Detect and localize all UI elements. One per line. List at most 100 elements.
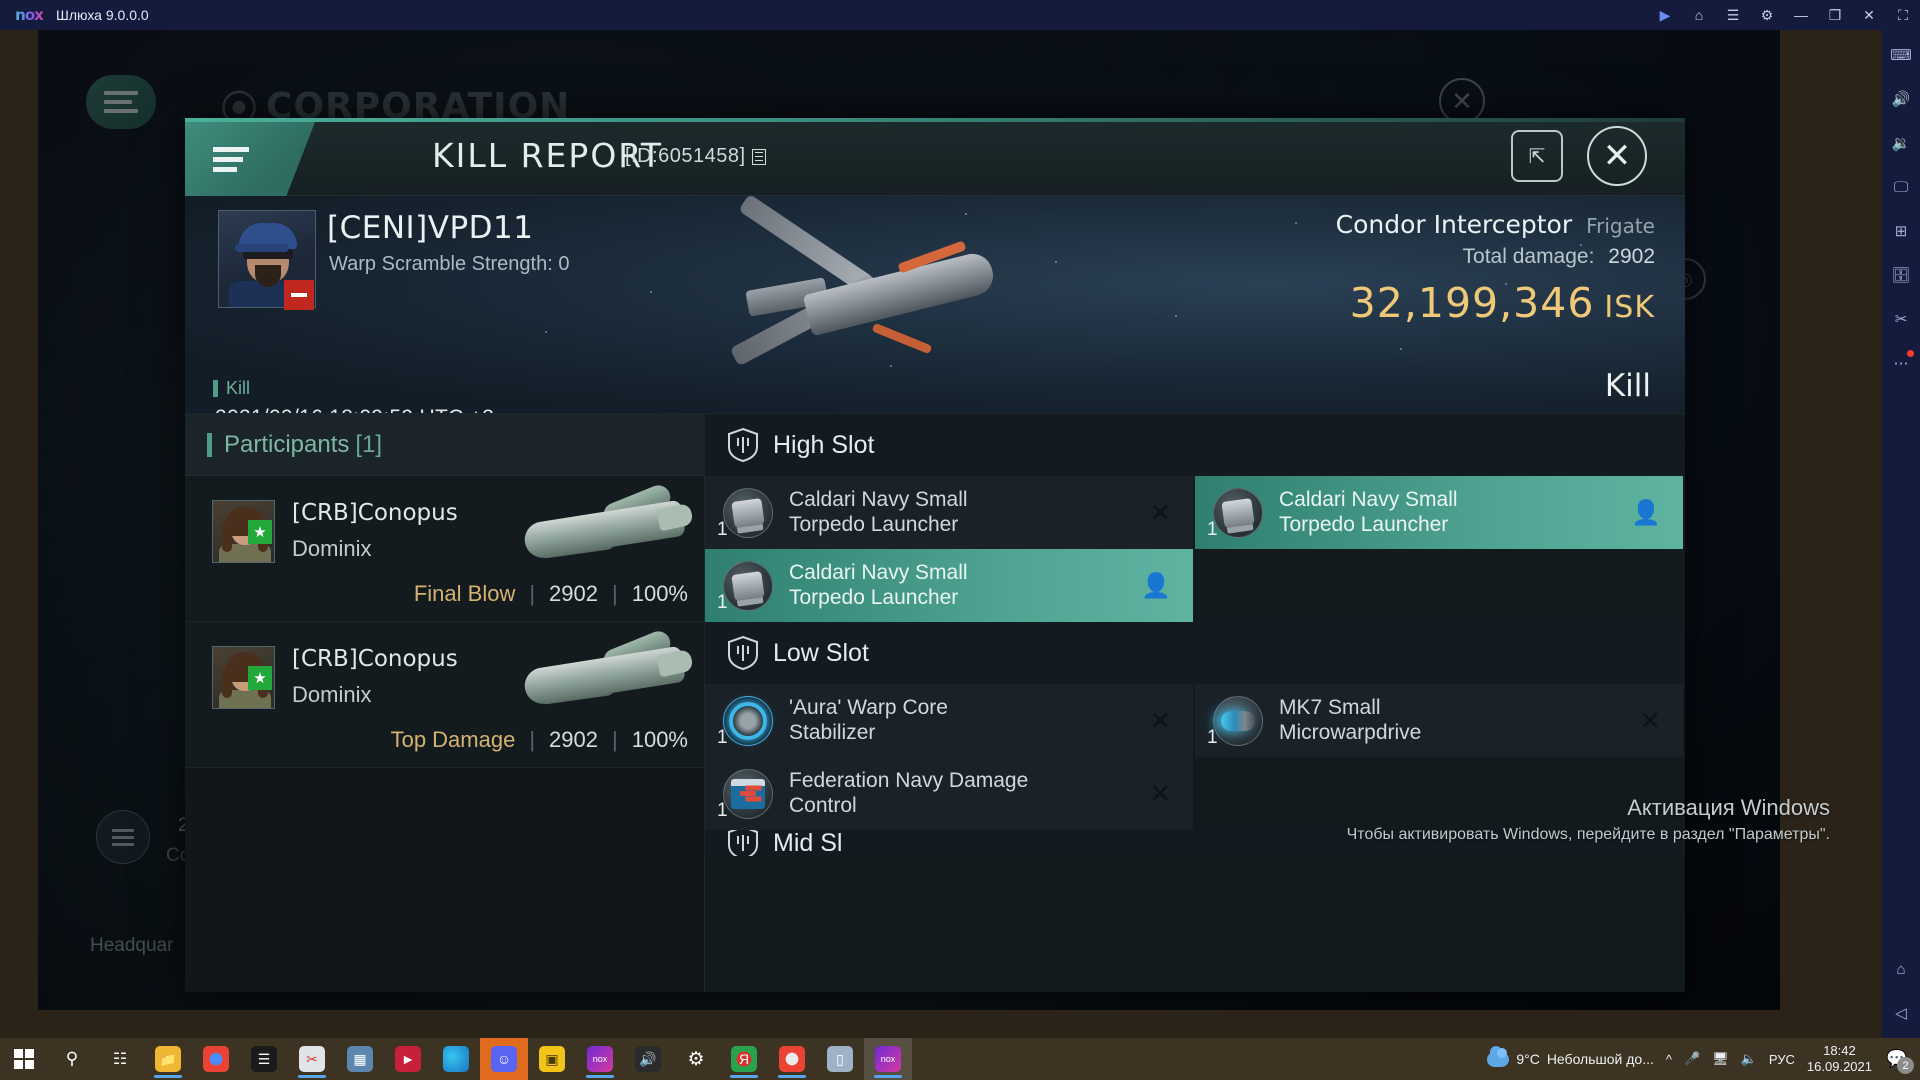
copy-icon[interactable] <box>751 148 766 165</box>
participant-role: Final Blow <box>413 581 516 606</box>
remove-icon[interactable]: ✕ <box>1639 705 1661 736</box>
module-quantity: 1 <box>717 592 728 613</box>
cloud-icon <box>1487 1045 1510 1067</box>
menu-icon[interactable]: ☰ <box>1716 0 1750 30</box>
volume-down-icon[interactable]: 🔉 <box>1889 132 1913 154</box>
volume-up-icon[interactable]: 🔊 <box>1889 88 1913 110</box>
mid-slot-title: Mid Sl <box>773 830 843 856</box>
participants-count: [1] <box>355 430 383 458</box>
install-apk-icon[interactable]: ⊞ <box>1889 220 1913 242</box>
low-slot-header: Low Slot <box>705 622 1685 684</box>
kill-report-id[interactable]: [ID:6051458] <box>625 145 766 168</box>
screenshot-icon[interactable]: 🖵 <box>1889 176 1913 198</box>
keyboard-icon[interactable]: ⌨ <box>1889 44 1913 66</box>
play-icon[interactable]: ▶ <box>1648 0 1682 30</box>
windows-start-icon[interactable] <box>0 1038 48 1080</box>
settings-icon[interactable]: ⚙ <box>1750 0 1784 30</box>
yellow-app-icon[interactable]: ▣ <box>528 1038 576 1080</box>
discord-icon[interactable]: ☺ <box>480 1038 528 1080</box>
language-indicator[interactable]: РУС <box>1769 1052 1795 1067</box>
yandex-browser-icon[interactable]: Я <box>720 1038 768 1080</box>
emulator-sidebar: ⌨ 🔊 🔉 🖵 ⊞ 🗄 ✂ ⋯ ⌂ ◁ <box>1882 30 1920 1040</box>
victim-ship-image <box>685 196 1075 404</box>
remove-icon[interactable]: ✕ <box>1149 497 1171 528</box>
fullscreen-icon[interactable]: ⛶ <box>1886 0 1920 30</box>
high-slot-header: High Slot <box>705 414 1685 476</box>
isk-value: 32,199,346 <box>1349 279 1595 327</box>
kill-report-body: Participants [1] ★ [CRB]Conopus Dominix <box>185 414 1685 992</box>
stat-separator: | <box>612 727 618 752</box>
module-quantity: 1 <box>717 800 728 821</box>
kill-report-header: KILL REPORT [ID:6051458] ⇱ ✕ <box>185 118 1685 196</box>
kill-report-menu-button[interactable] <box>185 122 315 196</box>
participant-ship-image <box>506 627 696 714</box>
list-item[interactable]: 1 Caldari Navy Small Torpedo Launcher 👤 <box>1195 476 1683 549</box>
nox-player-active-icon[interactable]: nox <box>864 1038 912 1080</box>
edge-icon[interactable] <box>432 1038 480 1080</box>
list-item[interactable]: 1 Caldari Navy Small Torpedo Launcher ✕ <box>705 476 1193 549</box>
volume-icon[interactable]: 🔈 <box>1741 1051 1757 1067</box>
scissors-icon[interactable]: ✂ <box>1889 308 1913 330</box>
participant-ship: Dominix <box>292 536 372 561</box>
close-icon[interactable]: ✕ <box>1587 126 1647 186</box>
list-item[interactable]: 1 Caldari Navy Small Torpedo Launcher 👤 <box>705 549 1193 622</box>
participants-label: Participants <box>224 430 350 458</box>
home-icon[interactable]: ⌂ <box>1682 0 1716 30</box>
isk-unit: ISK <box>1604 290 1655 325</box>
phone-icon[interactable]: ▯ <box>816 1038 864 1080</box>
media-player-icon[interactable]: ► <box>384 1038 432 1080</box>
module-name: Caldari Navy Small Torpedo Launcher <box>789 487 968 536</box>
chrome-alt-icon[interactable] <box>768 1038 816 1080</box>
participant-percent: 100% <box>631 727 688 752</box>
search-icon[interactable]: ⚲ <box>48 1038 96 1080</box>
list-item[interactable]: 1 MK7 Small Microwarpdrive ✕ <box>1195 684 1683 757</box>
participant-ship-image <box>506 481 696 568</box>
shared-folder-icon[interactable]: 🗄 <box>1889 264 1913 286</box>
emulator-app-name: Шлюха 9.0.0.0 <box>56 7 149 23</box>
task-view-icon[interactable]: ☷ <box>96 1038 144 1080</box>
person-icon[interactable]: 👤 <box>1631 498 1661 527</box>
calculator-icon[interactable]: ▦ <box>336 1038 384 1080</box>
person-icon[interactable]: 👤 <box>1141 571 1171 600</box>
windows-taskbar: ⚲ ☷ 📁 ☰ ✂ ▦ ► ☺ ▣ nox 🔊 ⚙ Я ▯ nox 9°C Не… <box>0 1038 1920 1080</box>
victim-name: [CENI]VPD11 <box>327 210 534 246</box>
total-damage-value: 2902 <box>1608 245 1655 268</box>
maximize-icon[interactable]: ❐ <box>1818 0 1852 30</box>
participant-damage: 2902 <box>549 727 598 752</box>
network-icon[interactable]: 🖥 <box>1712 1051 1729 1067</box>
weather-widget[interactable]: 9°C Небольшой до... <box>1487 1045 1654 1067</box>
more-options-icon[interactable]: ⋯ <box>1889 350 1914 374</box>
chevron-up-icon[interactable]: ^ <box>1666 1052 1672 1067</box>
stat-separator: | <box>612 581 618 606</box>
microphone-icon[interactable]: 🎤 <box>1684 1051 1700 1067</box>
total-damage-label: Total damage: <box>1462 245 1595 268</box>
sidebar-home-icon[interactable]: ⌂ <box>1889 958 1913 980</box>
minimize-icon[interactable]: — <box>1784 0 1818 30</box>
nox-logo-icon: nox <box>12 6 46 24</box>
empty-slot-cell <box>1195 549 1685 622</box>
participants-header: Participants [1] <box>185 414 704 476</box>
settings-icon[interactable]: ⚙ <box>672 1038 720 1080</box>
nox-player-icon[interactable]: nox <box>576 1038 624 1080</box>
clock[interactable]: 18:42 16.09.2021 <box>1807 1043 1872 1076</box>
list-item[interactable]: 1 'Aura' Warp Core Stabilizer ✕ <box>705 684 1193 757</box>
sidebar-back-icon[interactable]: ◁ <box>1889 1002 1913 1024</box>
system-tray: 9°C Небольшой до... ^ 🎤 🖥 🔈 РУС 18:42 16… <box>1487 1043 1920 1076</box>
weather-description: Небольшой до... <box>1546 1051 1654 1067</box>
remove-icon[interactable]: ✕ <box>1149 778 1171 809</box>
list-item[interactable]: ★ [CRB]Conopus Dominix Final Blow | 2902… <box>185 476 704 622</box>
speaker-app-icon[interactable]: 🔊 <box>624 1038 672 1080</box>
share-icon[interactable]: ⇱ <box>1511 130 1563 182</box>
remove-icon[interactable]: ✕ <box>1149 705 1171 736</box>
list-item[interactable]: ★ [CRB]Conopus Dominix Top Damage | 2902… <box>185 622 704 768</box>
text-editor-icon[interactable]: ☰ <box>240 1038 288 1080</box>
file-explorer-icon[interactable]: 📁 <box>144 1038 192 1080</box>
list-item[interactable]: 1 Federation Navy Damage Control ✕ <box>705 757 1193 830</box>
chrome-icon[interactable] <box>192 1038 240 1080</box>
close-icon[interactable]: ✕ <box>1852 0 1886 30</box>
victim-ship-info: Condor Interceptor Frigate Total damage:… <box>1336 210 1655 327</box>
damage-control-icon <box>723 768 773 819</box>
snipping-tool-icon[interactable]: ✂ <box>288 1038 336 1080</box>
notification-icon[interactable]: 💬 2 <box>1884 1047 1914 1074</box>
victim-banner: [CENI]VPD11 Warp Scramble Strength: 0 Ki… <box>185 196 1685 414</box>
